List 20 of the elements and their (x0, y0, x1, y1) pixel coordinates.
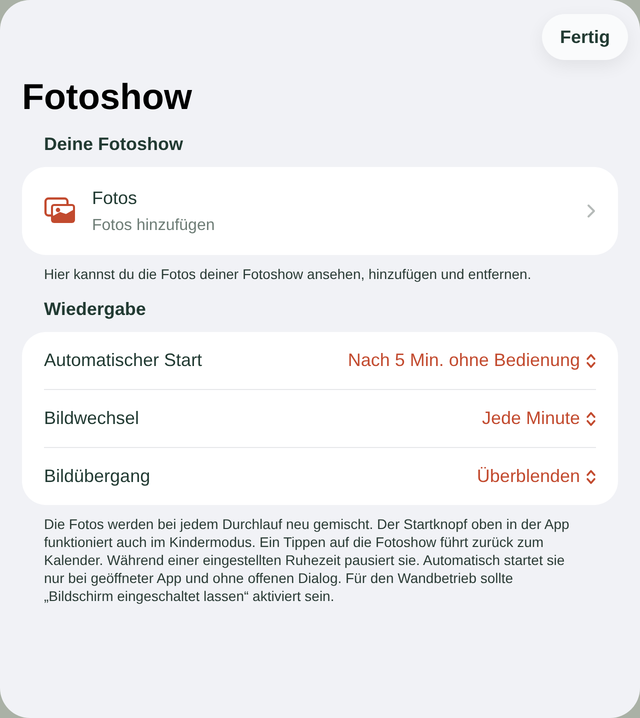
section-header: Wiedergabe (43, 299, 147, 320)
value-picker[interactable]: Nach 5 Min. ohne Bedienung (348, 350, 596, 371)
page-title: Fotoshow (22, 76, 193, 118)
setting-label: Bildübergang (44, 466, 150, 487)
photos-row[interactable]: Fotos Fotos hinzufügen (22, 167, 618, 255)
setting-label: Bildwechsel (44, 408, 140, 429)
section-footer: Hier kannst du die Fotos deiner Fotoshow ansehen, hinzufügen und entfernen. (22, 265, 618, 283)
section-header: Deine Fotoshow (43, 134, 184, 155)
up-down-chevron-icon (586, 352, 596, 368)
up-down-chevron-icon (586, 410, 596, 426)
chevron-right-icon (587, 204, 596, 218)
up-down-chevron-icon (586, 468, 596, 484)
value-picker[interactable]: Überblenden (476, 466, 596, 487)
photos-icon (44, 197, 76, 225)
section-footer: Die Fotos werden bei jedem Durchlauf neu gemischt. Der Startknopf oben in der App funktioniert auch im Kindermodus. Ein Tippen auf die Fotoshow führt zurück zum Kalender. Während einer eingestellten Ruhezeit pausiert sie. Automatisch startet sie nur bei geöffneter App und ohne offenen Dialog. Für den Wandbetrieb sollte „Bildschirm eingeschaltet lassen“ aktiviert sein. (22, 515, 618, 605)
done-button[interactable]: Fertig (542, 14, 628, 60)
setting-label: Automatischer Start (44, 350, 202, 371)
row-title: Fotos (92, 188, 138, 208)
value-picker[interactable]: Jede Minute (482, 408, 596, 429)
row-subtitle: Fotos hinzufügen (92, 216, 216, 234)
